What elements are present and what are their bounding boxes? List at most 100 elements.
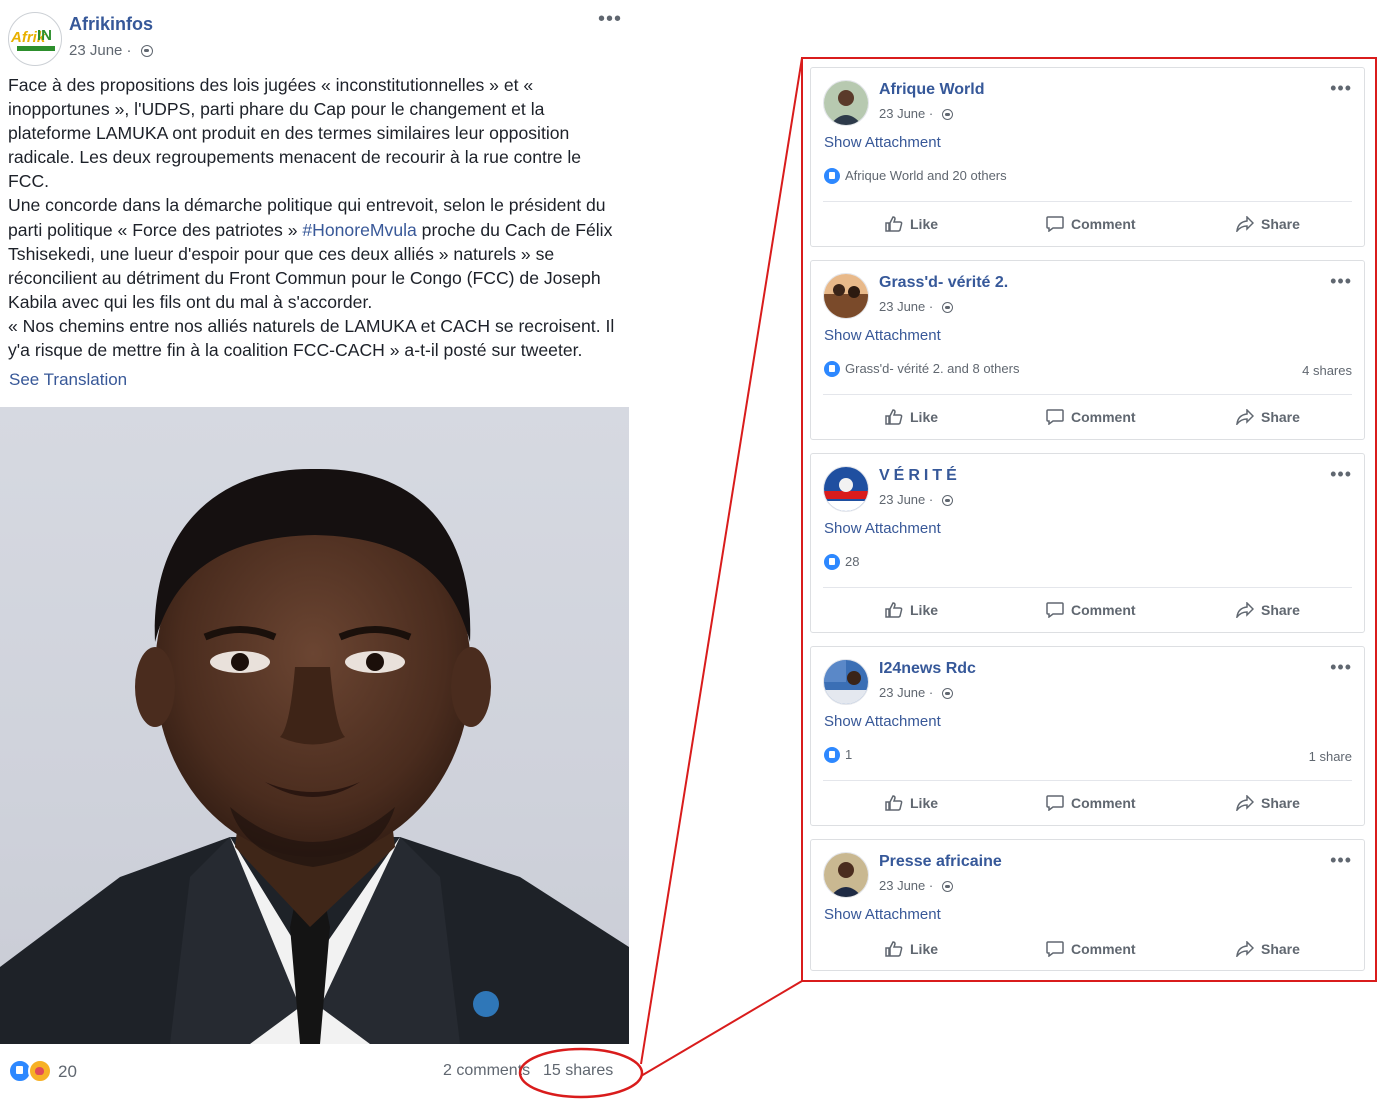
like-button[interactable]: Like (885, 932, 938, 966)
share-button[interactable]: Share (1236, 207, 1300, 241)
thumbs-up-icon (885, 795, 903, 811)
like-reaction-icon (824, 554, 840, 570)
callout-line-bottom (640, 980, 803, 1077)
care-reaction-icon[interactable] (28, 1059, 52, 1083)
post-author-name[interactable]: Afrikinfos (69, 14, 153, 35)
comment-button[interactable]: Comment (1046, 593, 1136, 627)
reactions-summary[interactable]: Afrique World and 20 others (824, 168, 1007, 184)
post-paragraph: « Nos chemins entre nos alliés naturels … (8, 315, 615, 361)
thumbs-up-icon (885, 216, 903, 232)
more-options-icon[interactable]: ••• (598, 8, 622, 31)
comment-icon (1046, 216, 1064, 232)
post-body: Face à des propositions des lois jugées … (8, 73, 623, 362)
share-author-name[interactable]: Afrique World (879, 81, 984, 99)
like-button[interactable]: Like (885, 207, 938, 241)
globe-icon (941, 688, 953, 699)
like-button[interactable]: Like (885, 593, 938, 627)
show-attachment-link[interactable]: Show Attachment (824, 134, 941, 151)
callout-line-top (640, 57, 803, 1065)
more-options-icon[interactable]: ••• (1330, 850, 1352, 871)
comment-button[interactable]: Comment (1046, 932, 1136, 966)
divider (823, 780, 1352, 781)
more-options-icon[interactable]: ••• (1330, 464, 1352, 485)
reaction-count[interactable]: 20 (58, 1062, 77, 1082)
share-card: VÉRITÉ 23 June · ••• Show Attachment 28 … (810, 453, 1365, 633)
share-date[interactable]: 23 June · (879, 685, 953, 700)
hashtag-link[interactable]: #HonoreMvula (302, 220, 416, 240)
card-shares-count[interactable]: 4 shares (1302, 363, 1352, 378)
share-author-name[interactable]: Presse africaine (879, 853, 1002, 871)
see-translation-link[interactable]: See Translation (9, 370, 127, 390)
globe-icon (941, 109, 953, 120)
shares-count[interactable]: 15 shares (543, 1062, 613, 1080)
share-date[interactable]: 23 June · (879, 106, 953, 121)
share-button[interactable]: Share (1236, 932, 1300, 966)
like-reaction-icon (824, 168, 840, 184)
reactions-summary[interactable]: 28 (824, 554, 859, 570)
comment-icon (1046, 409, 1064, 425)
share-icon (1236, 795, 1254, 811)
reactions-summary[interactable]: Grass'd- vérité 2. and 8 others (824, 361, 1019, 377)
show-attachment-link[interactable]: Show Attachment (824, 520, 941, 537)
share-card: I24news Rdc 23 June · ••• Show Attachmen… (810, 646, 1365, 826)
share-card: Grass'd- vérité 2. 23 June · ••• Show At… (810, 260, 1365, 440)
comment-button[interactable]: Comment (1046, 786, 1136, 820)
thumbs-up-icon (885, 409, 903, 425)
divider (823, 201, 1352, 202)
show-attachment-link[interactable]: Show Attachment (824, 906, 941, 923)
post-date[interactable]: 23 June · (69, 42, 153, 59)
share-date[interactable]: 23 June · (879, 492, 953, 507)
action-bar: Like Comment Share (823, 932, 1352, 966)
action-bar: Like Comment Share (823, 593, 1352, 627)
avatar[interactable] (823, 659, 869, 705)
post-paragraph: Face à des propositions des lois jugées … (8, 75, 582, 192)
share-date[interactable]: 23 June · (879, 878, 953, 893)
more-options-icon[interactable]: ••• (1330, 271, 1352, 292)
page-avatar[interactable]: Afrik IN (8, 12, 62, 66)
share-card: Presse africaine 23 June · ••• Show Atta… (810, 839, 1365, 971)
shares-panel: Afrique World 23 June · ••• Show Attachm… (801, 57, 1377, 982)
share-card: Afrique World 23 June · ••• Show Attachm… (810, 67, 1365, 247)
comment-icon (1046, 602, 1064, 618)
reactions-summary[interactable]: 1 (824, 747, 852, 763)
comment-icon (1046, 941, 1064, 957)
share-button[interactable]: Share (1236, 786, 1300, 820)
globe-icon (941, 302, 953, 313)
share-date[interactable]: 23 June · (879, 299, 953, 314)
comments-count[interactable]: 2 comments (443, 1062, 530, 1080)
globe-icon (941, 881, 953, 892)
divider (823, 587, 1352, 588)
share-icon (1236, 602, 1254, 618)
like-button[interactable]: Like (885, 400, 938, 434)
share-author-name[interactable]: I24news Rdc (879, 660, 976, 678)
like-button[interactable]: Like (885, 786, 938, 820)
share-button[interactable]: Share (1236, 400, 1300, 434)
action-bar: Like Comment Share (823, 786, 1352, 820)
comment-button[interactable]: Comment (1046, 207, 1136, 241)
show-attachment-link[interactable]: Show Attachment (824, 327, 941, 344)
share-author-name[interactable]: VÉRITÉ (879, 467, 961, 485)
avatar[interactable] (823, 273, 869, 319)
comment-button[interactable]: Comment (1046, 400, 1136, 434)
card-shares-count[interactable]: 1 share (1309, 749, 1352, 764)
avatar[interactable] (823, 80, 869, 126)
thumbs-up-icon (885, 602, 903, 618)
share-icon (1236, 216, 1254, 232)
avatar[interactable] (823, 466, 869, 512)
like-reaction-icon (824, 747, 840, 763)
show-attachment-link[interactable]: Show Attachment (824, 713, 941, 730)
avatar[interactable] (823, 852, 869, 898)
share-button[interactable]: Share (1236, 593, 1300, 627)
main-post: Afrik IN Afrikinfos 23 June · ••• Face à… (0, 0, 630, 1099)
post-paragraph: Une concorde dans la démarche politique … (8, 195, 613, 312)
post-photo[interactable] (0, 407, 629, 1044)
more-options-icon[interactable]: ••• (1330, 78, 1352, 99)
post-footer: 20 2 comments 15 shares (0, 1055, 630, 1091)
more-options-icon[interactable]: ••• (1330, 657, 1352, 678)
like-reaction-icon (824, 361, 840, 377)
action-bar: Like Comment Share (823, 207, 1352, 241)
share-author-name[interactable]: Grass'd- vérité 2. (879, 274, 1008, 292)
share-icon (1236, 941, 1254, 957)
share-icon (1236, 409, 1254, 425)
divider (823, 394, 1352, 395)
